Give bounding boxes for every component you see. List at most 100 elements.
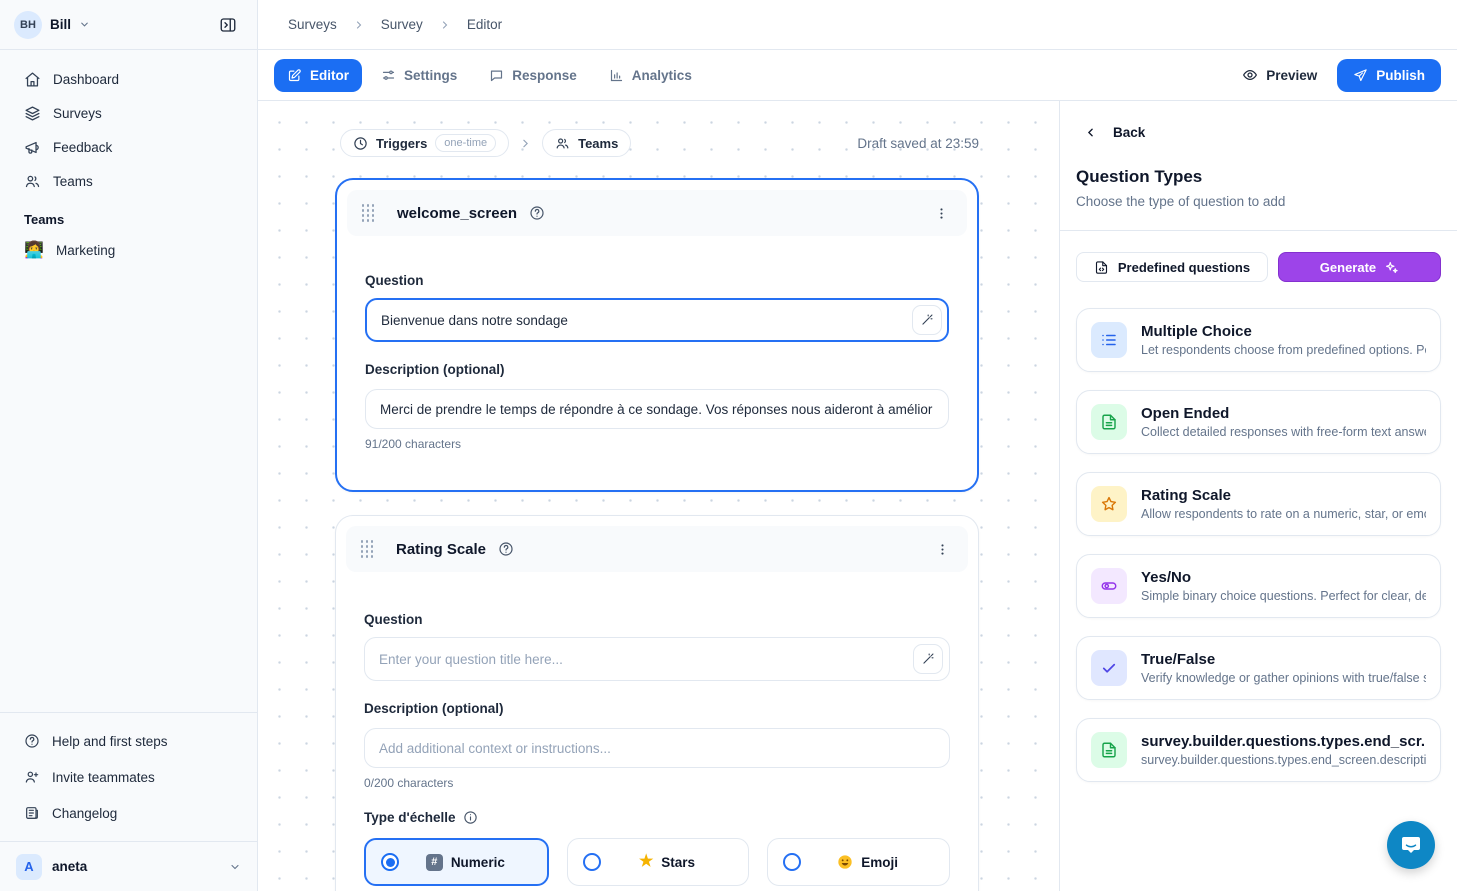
sidebar-item-label: Dashboard: [53, 72, 119, 87]
help-circle-icon[interactable]: [498, 541, 514, 557]
survey-canvas[interactable]: Triggers one-time Teams Draft saved at 2…: [258, 101, 1059, 891]
radio-selected-icon: [381, 853, 399, 871]
sidebar-item-invite[interactable]: Invite teammates: [0, 759, 257, 795]
type-title: Multiple Choice: [1141, 323, 1426, 340]
predefined-questions-label: Predefined questions: [1118, 260, 1250, 275]
question-card-welcome-screen[interactable]: welcome_screen Question Description (opt…: [335, 178, 979, 492]
sidebar-collapse-button[interactable]: [213, 10, 243, 40]
chevron-left-icon: [1084, 126, 1097, 139]
workspace-switcher[interactable]: BH Bill: [0, 0, 257, 50]
scale-option-label: Emoji: [861, 855, 898, 870]
preview-label: Preview: [1266, 68, 1317, 83]
predefined-questions-button[interactable]: Predefined questions: [1076, 252, 1268, 282]
sidebar-item-changelog[interactable]: Changelog: [0, 795, 257, 831]
generate-label: Generate: [1320, 260, 1376, 275]
info-circle-icon[interactable]: [463, 810, 478, 825]
type-card-yes-no[interactable]: Yes/No Simple binary choice questions. P…: [1076, 554, 1441, 618]
type-card-rating-scale[interactable]: Rating Scale Allow respondents to rate o…: [1076, 472, 1441, 536]
tab-response[interactable]: Response: [476, 59, 590, 92]
type-description: Allow respondents to rate on a numeric, …: [1141, 507, 1426, 521]
check-icon: [1091, 650, 1127, 686]
sidebar-item-surveys[interactable]: Surveys: [0, 96, 257, 130]
back-button[interactable]: Back: [1076, 125, 1145, 140]
question-title-input[interactable]: [365, 298, 949, 342]
chat-bubble-icon: [489, 68, 504, 83]
breadcrumb-surveys[interactable]: Surveys: [288, 17, 337, 32]
scale-type-label: Type d'échelle: [364, 810, 950, 825]
question-card-title: Rating Scale: [396, 541, 486, 558]
publish-label: Publish: [1376, 68, 1425, 83]
chat-bubble-icon: [1399, 833, 1423, 857]
file-text-icon: [1091, 732, 1127, 768]
sidebar-item-help[interactable]: Help and first steps: [0, 723, 257, 759]
triggers-frequency-badge: one-time: [435, 134, 496, 152]
sidebar-item-team-marketing[interactable]: 👩‍💻 Marketing: [0, 233, 257, 267]
question-card-rating-scale[interactable]: Rating Scale Question Description (optio…: [335, 515, 979, 891]
drag-handle-icon[interactable]: [361, 204, 375, 223]
type-card-multiple-choice[interactable]: Multiple Choice Let respondents choose f…: [1076, 308, 1441, 372]
help-circle-icon[interactable]: [529, 205, 545, 221]
teams-chip[interactable]: Teams: [542, 129, 631, 157]
magic-wand-icon[interactable]: [913, 644, 943, 674]
kebab-menu-icon[interactable]: [931, 538, 954, 561]
drag-handle-icon[interactable]: [360, 540, 374, 559]
publish-button[interactable]: Publish: [1337, 59, 1441, 92]
chat-launcher-button[interactable]: [1387, 821, 1435, 869]
type-card-open-ended[interactable]: Open Ended Collect detailed responses wi…: [1076, 390, 1441, 454]
megaphone-icon: [24, 139, 41, 156]
question-card-header: Rating Scale: [346, 526, 968, 572]
sidebar-item-dashboard[interactable]: Dashboard: [0, 62, 257, 96]
breadcrumb-survey[interactable]: Survey: [381, 17, 423, 32]
sidebar: BH Bill Dashboard Surveys Feedback Teams…: [0, 0, 258, 891]
type-title: Yes/No: [1141, 569, 1426, 586]
editor-tabbar: Editor Settings Response Analytics Previ…: [258, 50, 1457, 101]
type-title: Open Ended: [1141, 405, 1426, 422]
char-count: 91/200 characters: [365, 437, 949, 451]
number-keycap-icon: #: [426, 854, 443, 871]
workspace-avatar: BH: [14, 11, 42, 39]
preview-button[interactable]: Preview: [1242, 67, 1317, 83]
tab-settings[interactable]: Settings: [368, 59, 470, 92]
users-icon: [555, 136, 570, 151]
question-types-panel: Back Question Types Choose the type of q…: [1059, 101, 1457, 891]
tab-analytics[interactable]: Analytics: [596, 59, 705, 92]
sidebar-item-label: Feedback: [53, 140, 112, 155]
question-card-title: welcome_screen: [397, 205, 517, 222]
type-title: Rating Scale: [1141, 487, 1426, 504]
divider: [1060, 230, 1457, 231]
chevron-down-icon: [79, 19, 90, 30]
sidebar-item-teams[interactable]: Teams: [0, 164, 257, 198]
help-circle-icon: [24, 733, 40, 749]
description-input[interactable]: [365, 389, 949, 429]
kebab-menu-icon[interactable]: [930, 202, 953, 225]
triggers-chip[interactable]: Triggers one-time: [340, 129, 509, 157]
sidebar-footer: Help and first steps Invite teammates Ch…: [0, 712, 257, 841]
generate-button[interactable]: Generate: [1278, 252, 1441, 282]
scale-type-options: # Numeric ★ Stars: [364, 838, 950, 886]
breadcrumb-editor[interactable]: Editor: [467, 17, 502, 32]
scale-option-numeric[interactable]: # Numeric: [364, 838, 549, 886]
teams-chip-label: Teams: [578, 136, 618, 151]
account-switcher[interactable]: A aneta: [0, 841, 257, 891]
sparkles-icon: [1384, 260, 1399, 275]
type-title: True/False: [1141, 651, 1426, 668]
team-label: Marketing: [56, 243, 115, 258]
panel-title: Question Types: [1076, 167, 1441, 187]
scale-type-label-text: Type d'échelle: [364, 810, 456, 825]
question-title-input[interactable]: [364, 637, 950, 681]
chevron-down-icon: [229, 861, 241, 873]
sidebar-item-feedback[interactable]: Feedback: [0, 130, 257, 164]
tab-editor[interactable]: Editor: [274, 59, 362, 92]
description-input[interactable]: [364, 728, 950, 768]
scale-option-stars[interactable]: ★ Stars: [567, 838, 750, 886]
chevron-right-icon: [439, 19, 451, 31]
workspace-name: Bill: [50, 17, 71, 32]
triggers-chip-label: Triggers: [376, 136, 427, 151]
layers-icon: [24, 105, 41, 122]
question-label: Question: [365, 273, 949, 288]
type-card-true-false[interactable]: True/False Verify knowledge or gather op…: [1076, 636, 1441, 700]
send-icon: [1353, 68, 1368, 83]
scale-option-emoji[interactable]: Emoji: [767, 838, 950, 886]
type-card-end-screen[interactable]: survey.builder.questions.types.end_scr..…: [1076, 718, 1441, 782]
magic-wand-icon[interactable]: [912, 305, 942, 335]
